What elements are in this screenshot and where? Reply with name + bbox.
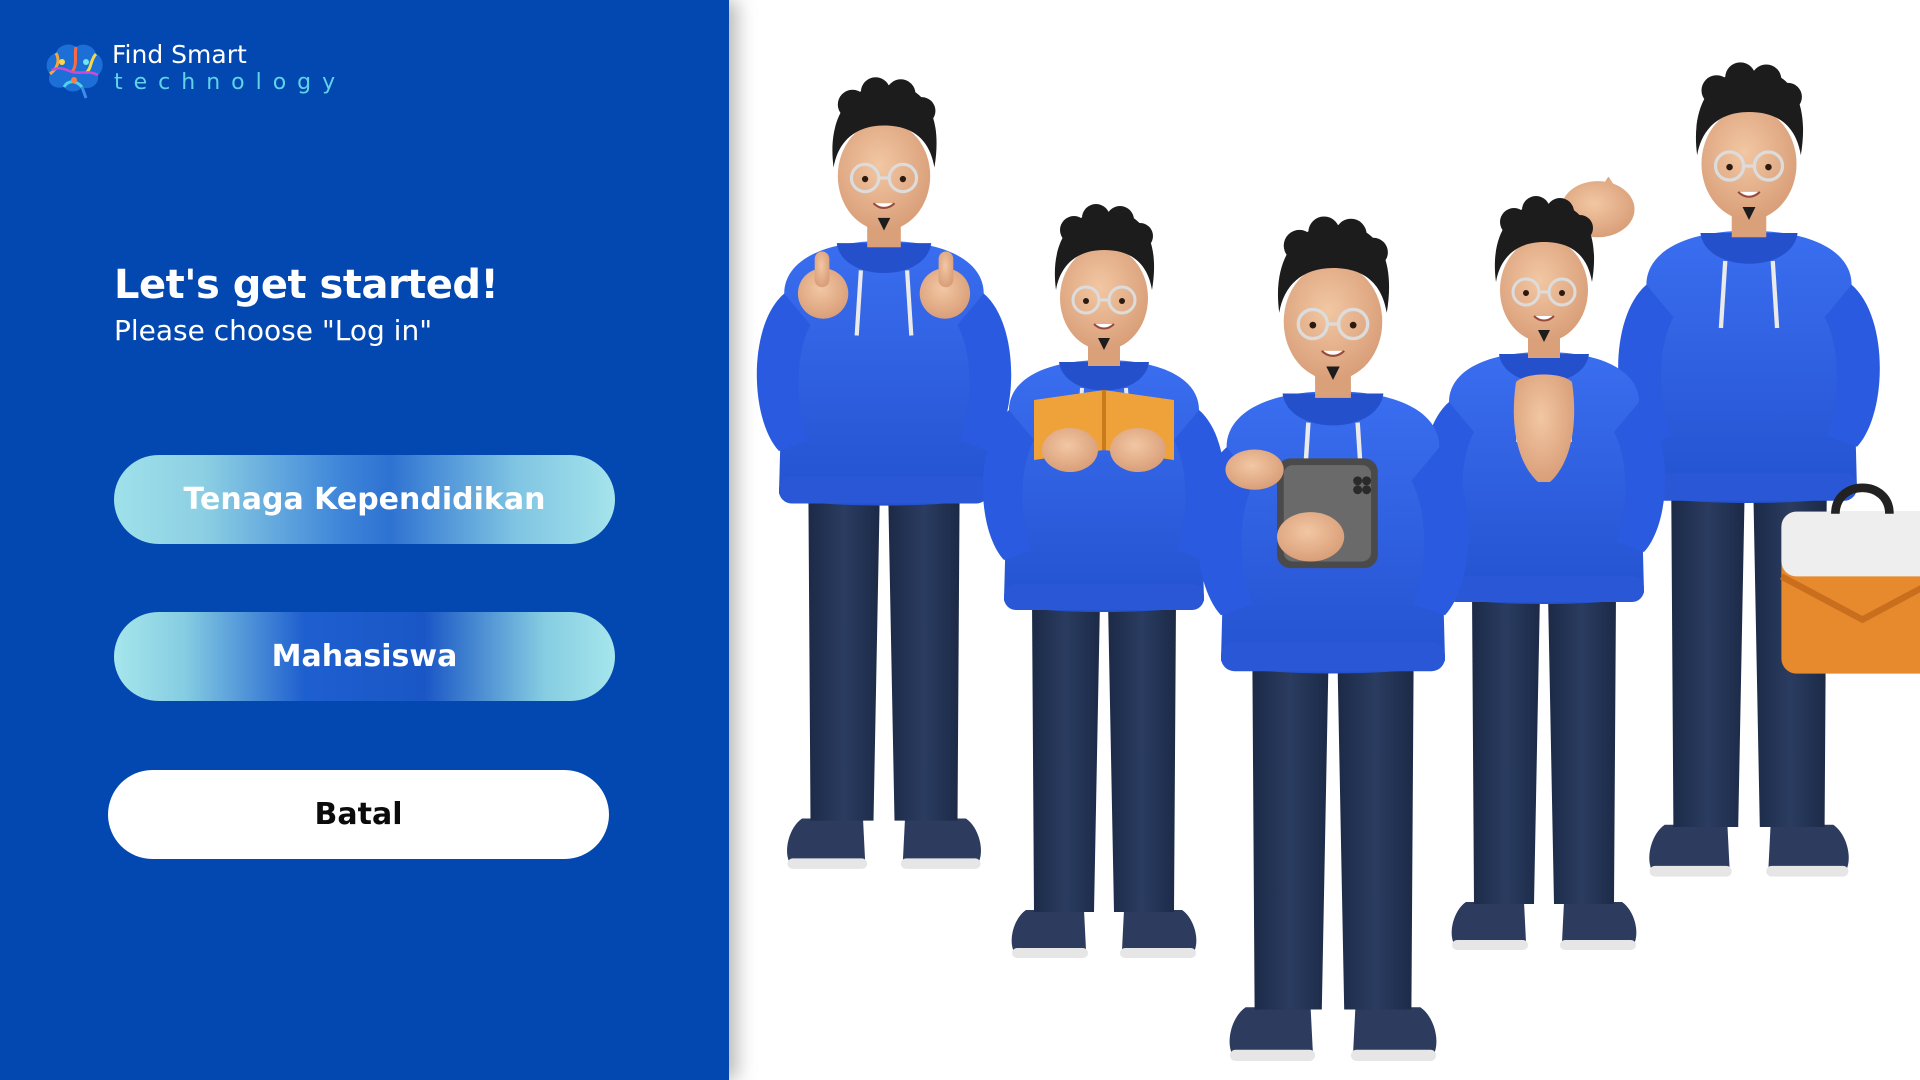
brand-logo: Find Smart technology [42, 40, 362, 104]
login-choice-page: Find Smart technology Let's get started!… [0, 0, 1920, 1080]
student-figure-tablet [1197, 216, 1468, 1060]
cancel-button[interactable]: Batal [108, 770, 609, 859]
student-figure-thumbs-up [757, 77, 1011, 869]
student-figure-reading [980, 202, 1228, 960]
illustration-canvas [729, 0, 1920, 1080]
brain-icon [46, 44, 103, 99]
student-login-button[interactable]: Mahasiswa [114, 612, 615, 701]
brand-name-line1: Find Smart [112, 40, 247, 69]
brand-name-line2: technology [114, 70, 347, 95]
page-title: Let's get started! [114, 262, 499, 308]
page-subtitle: Please choose "Log in" [114, 314, 433, 347]
left-panel: Find Smart technology Let's get started!… [0, 0, 729, 1080]
students-group-illustration [729, 0, 1920, 1080]
staff-login-button[interactable]: Tenaga Kependidikan [114, 455, 615, 544]
